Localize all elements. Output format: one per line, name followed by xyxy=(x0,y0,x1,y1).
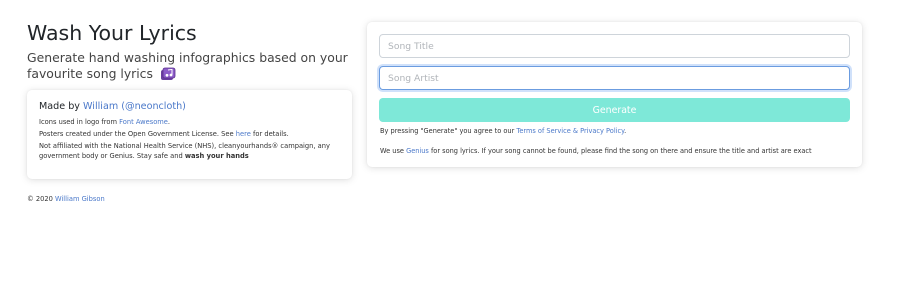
license-note: Posters created under the Open Governmen… xyxy=(39,129,340,139)
terms-link[interactable]: Terms of Service & Privacy Policy xyxy=(516,127,624,135)
generate-button[interactable]: Generate xyxy=(379,98,850,122)
terms-note: By pressing "Generate" you agree to our … xyxy=(380,127,626,135)
made-by-line: Made by William (@neoncloth) xyxy=(39,100,340,114)
disclaimer: Not affiliated with the National Health … xyxy=(39,141,340,161)
license-link[interactable]: here xyxy=(236,130,251,138)
music-icon xyxy=(160,67,176,85)
header: Wash Your Lyrics Generate hand washing i… xyxy=(27,20,352,85)
made-by-prefix: Made by xyxy=(39,101,80,112)
icons-credit: Icons used in logo from Font Awesome. xyxy=(39,117,340,127)
author-handle-link[interactable]: (@neoncloth) xyxy=(121,101,186,112)
font-awesome-link[interactable]: Font Awesome xyxy=(119,118,168,126)
license-suffix: for details. xyxy=(253,130,289,138)
footer-author-link[interactable]: William Gibson xyxy=(55,195,105,203)
icons-credit-suffix: . xyxy=(167,118,171,126)
author-link[interactable]: William xyxy=(83,101,118,112)
genius-prefix: We use xyxy=(380,147,404,155)
genius-link[interactable]: Genius xyxy=(406,147,429,155)
license-text: Posters created under the Open Governmen… xyxy=(39,130,234,138)
copyright-text: © 2020 xyxy=(27,195,53,203)
genius-note: We use Genius for song lyrics. If your s… xyxy=(380,147,812,155)
terms-suffix: . xyxy=(624,127,627,135)
footer: © 2020 William Gibson xyxy=(27,195,105,203)
subtitle-text: Generate hand washing infographics based… xyxy=(27,50,348,81)
genius-text: for song lyrics. If your song cannot be … xyxy=(430,147,812,155)
icons-credit-text: Icons used in logo from xyxy=(39,118,117,126)
disclaimer-strong: wash your hands xyxy=(184,152,249,160)
page-subtitle: Generate hand washing infographics based… xyxy=(27,50,352,85)
generator-form: Generate By pressing "Generate" you agre… xyxy=(367,22,862,167)
song-title-input[interactable] xyxy=(379,34,850,58)
terms-text: By pressing "Generate" you agree to our xyxy=(380,127,515,135)
page-title: Wash Your Lyrics xyxy=(27,21,197,45)
about-card: Made by William (@neoncloth) Icons used … xyxy=(27,90,352,179)
song-artist-input[interactable] xyxy=(379,66,850,90)
